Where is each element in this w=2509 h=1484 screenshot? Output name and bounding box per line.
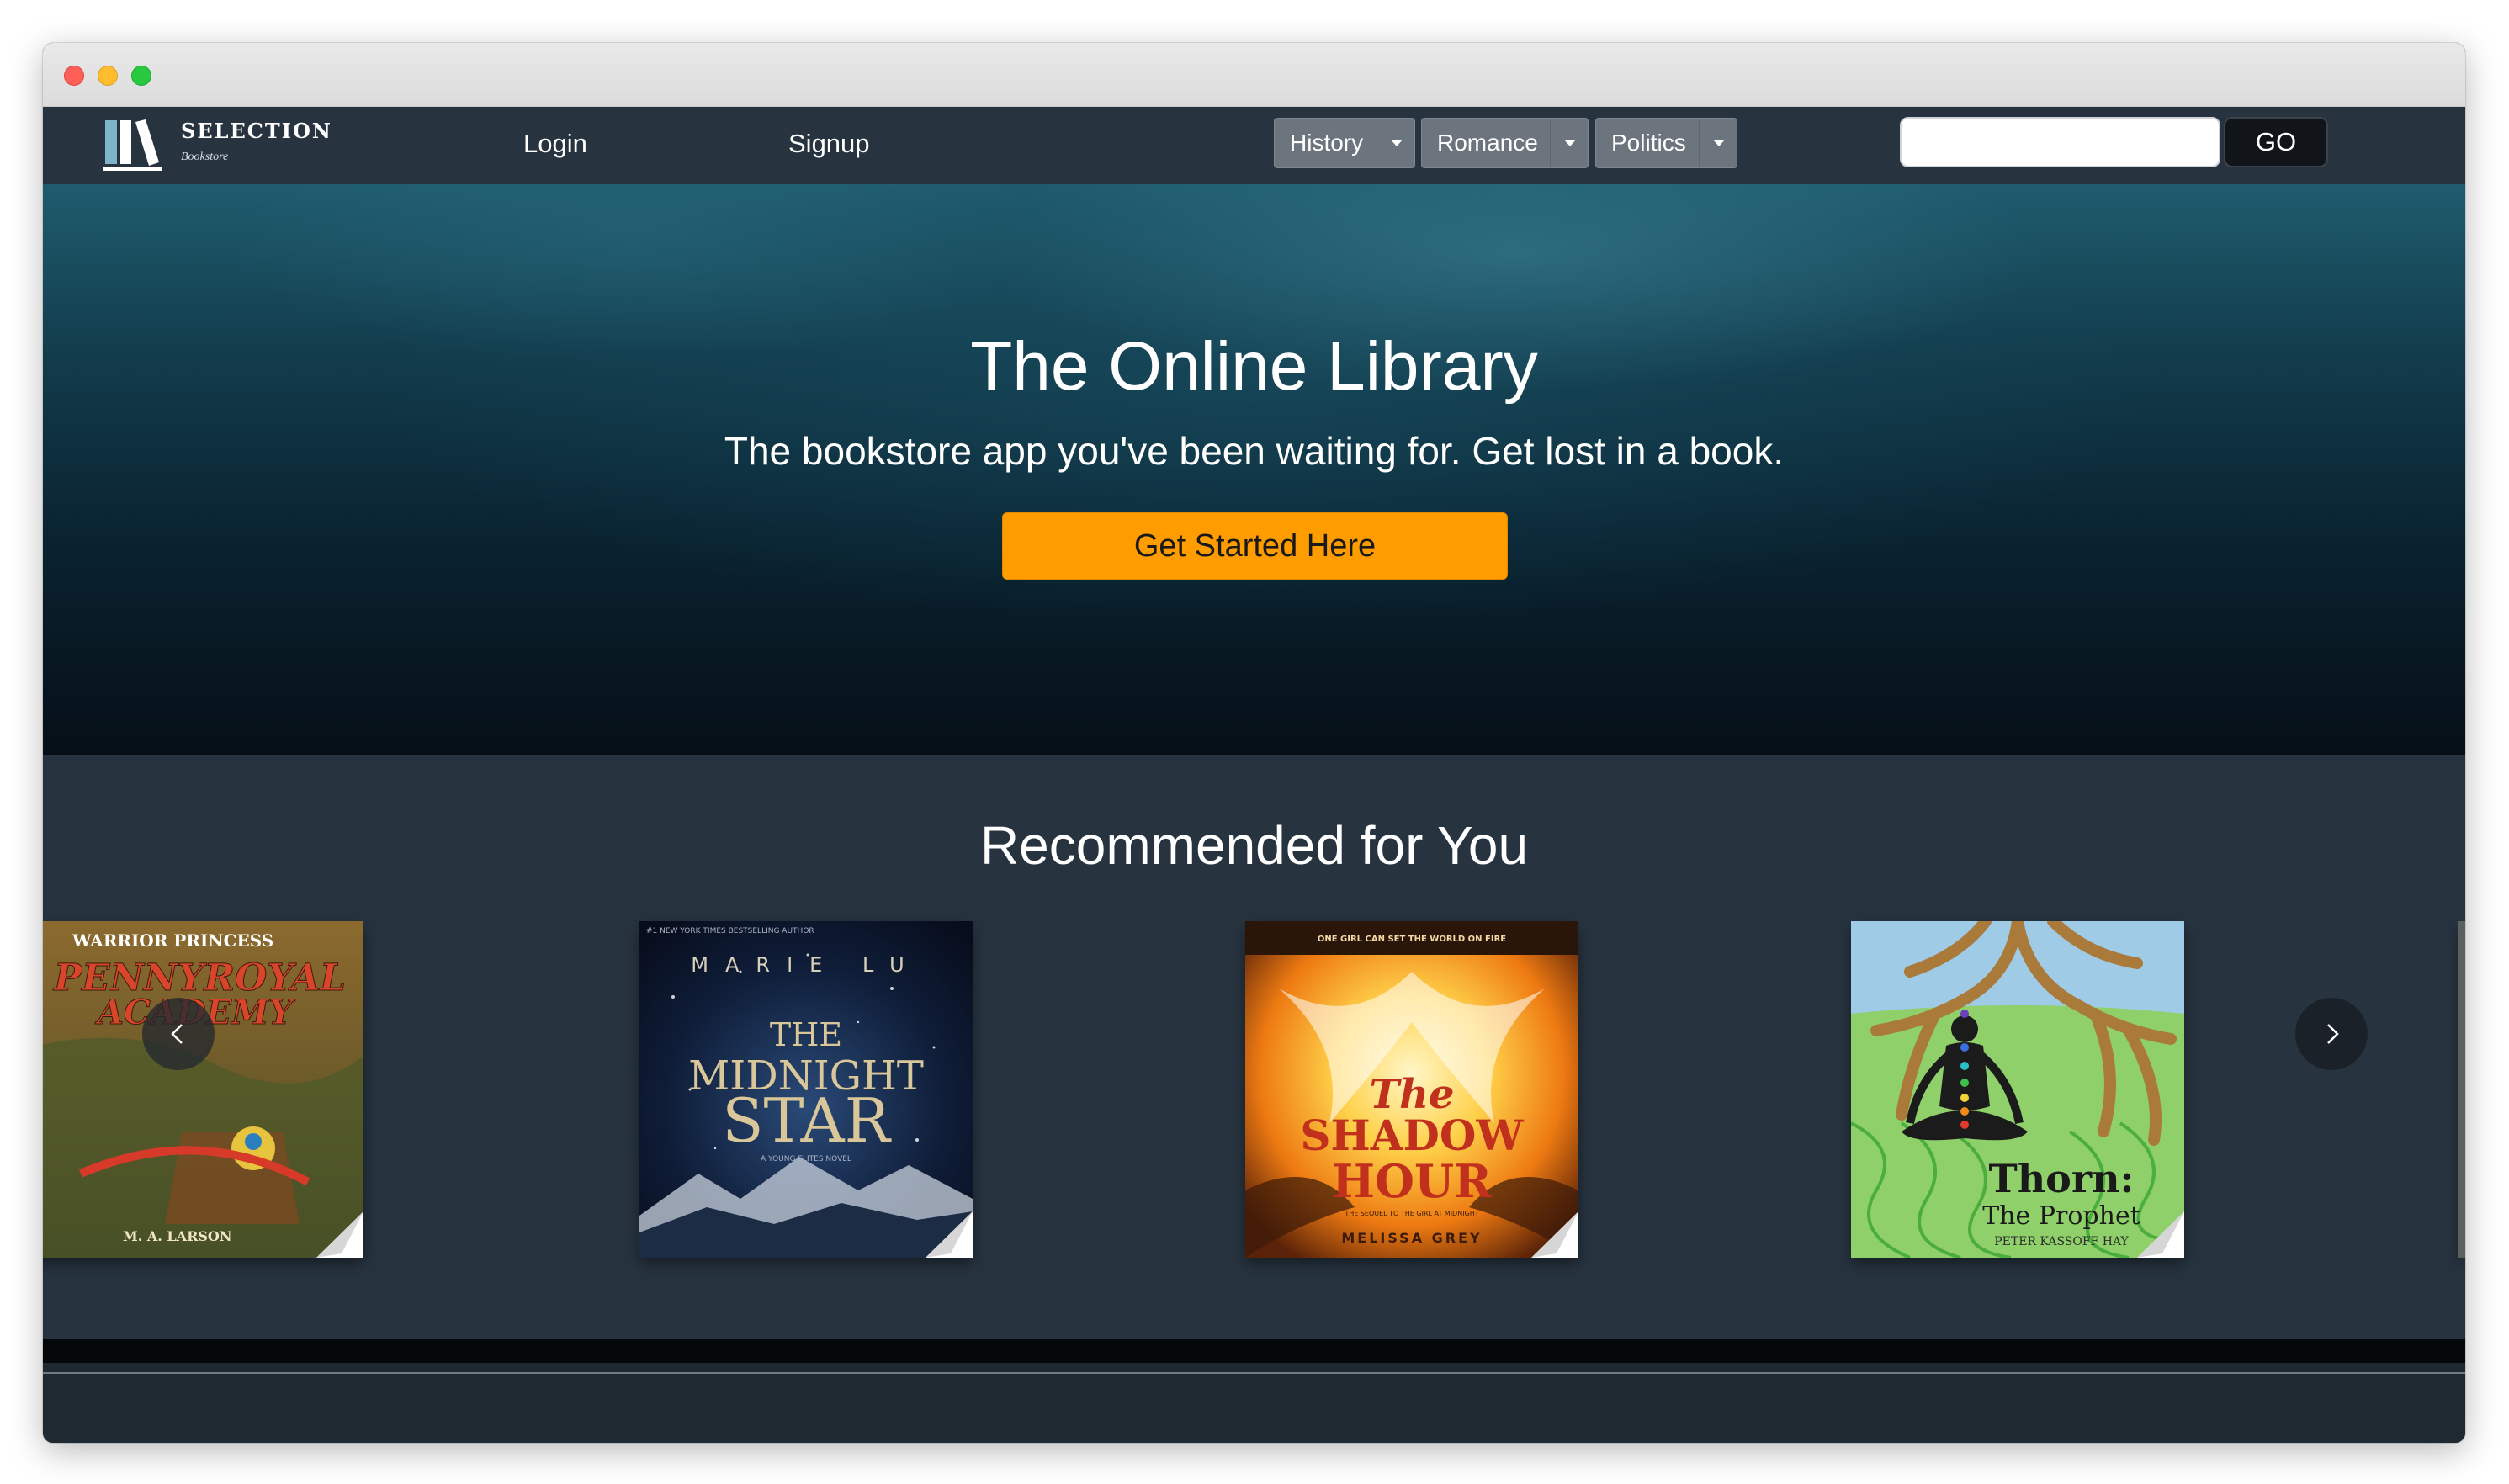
book-cover-pennyroyal-academy[interactable]: WARRIOR PRINCESS PENNYROYAL ACADEMY M. A…	[43, 921, 363, 1258]
book-2-title-line1: THE	[770, 1016, 842, 1053]
minimize-window-button[interactable]	[98, 66, 118, 86]
book-cover-the-shadow-hour[interactable]: ONE GIRL CAN SET THE WORLD ON FIRE The S…	[1245, 921, 1578, 1258]
book-2-author: MARIE LU	[691, 953, 920, 977]
signup-link[interactable]: Signup	[788, 129, 870, 159]
navbar: SELECTION Bookstore Login Signup History…	[43, 107, 2465, 184]
chevron-left-icon	[171, 1024, 183, 1044]
romance-dropdown-label: Romance	[1437, 130, 1538, 156]
browser-window: SELECTION Bookstore Login Signup History…	[43, 43, 2465, 1443]
history-dropdown[interactable]: History	[1274, 118, 1415, 168]
caret-down-icon	[1391, 140, 1403, 146]
book-cover-partial[interactable]	[2458, 921, 2465, 1258]
brand-name: SELECTION	[181, 119, 332, 143]
search-go-button[interactable]: GO	[2224, 117, 2328, 167]
carousel-prev-button[interactable]	[142, 998, 215, 1070]
hero-title: The Online Library	[970, 328, 1538, 405]
window-titlebar	[43, 43, 2465, 107]
caret-down-icon	[1713, 140, 1725, 146]
login-link[interactable]: Login	[523, 129, 587, 159]
books-icon[interactable]	[103, 117, 169, 172]
politics-dropdown-label: Politics	[1611, 130, 1686, 156]
recommended-title: Recommended for You	[979, 815, 1529, 876]
book-4-title-line2: The Prophet	[1982, 1201, 2140, 1231]
footer	[43, 1374, 2465, 1443]
search-input[interactable]	[1900, 117, 2220, 167]
book-3-tagline: ONE GIRL CAN SET THE WORLD ON FIRE	[1318, 935, 1506, 944]
book-4-title-line1: Thorn:	[1988, 1156, 2134, 1201]
book-cover-the-midnight-star[interactable]: #1 NEW YORK TIMES BESTSELLING AUTHOR MAR…	[639, 921, 973, 1258]
book-1-series: WARRIOR PRINCESS	[72, 930, 273, 951]
book-3-series: THE SEQUEL TO THE GIRL AT MIDNIGHT	[1344, 1210, 1478, 1217]
caret-down-icon	[1564, 140, 1576, 146]
recommended-section: Recommended for You WARRIOR PRINCESS PEN…	[43, 755, 2465, 1339]
romance-dropdown[interactable]: Romance	[1421, 118, 1589, 168]
hero-banner: The Online Library The bookstore app you…	[43, 184, 2465, 755]
hero-subtitle: The bookstore app you've been waiting fo…	[724, 429, 1785, 473]
history-dropdown-label: History	[1290, 130, 1364, 156]
maximize-window-button[interactable]	[131, 66, 151, 86]
chevron-right-icon	[2327, 1024, 2339, 1044]
carousel-next-button[interactable]	[2295, 998, 2368, 1070]
book-3-title-line2: SHADOW	[1300, 1110, 1524, 1160]
brand-subtitle: Bookstore	[181, 151, 229, 163]
footer-bar	[43, 1339, 2465, 1363]
book-1-author: M. A. LARSON	[123, 1228, 231, 1244]
book-2-title-line3: STAR	[722, 1085, 891, 1156]
book-2-tagline: #1 NEW YORK TIMES BESTSELLING AUTHOR	[646, 927, 814, 935]
close-window-button[interactable]	[64, 66, 84, 86]
politics-dropdown[interactable]: Politics	[1595, 118, 1737, 168]
book-cover-thorn-the-prophet[interactable]: Thorn: The Prophet PETER KASSOFF HAY	[1851, 921, 2184, 1258]
get-started-button[interactable]: Get Started Here	[1002, 512, 1508, 580]
book-4-author: PETER KASSOFF HAY	[1994, 1235, 2129, 1248]
book-3-title-line3: HOUR	[1332, 1154, 1493, 1208]
book-3-author: MELISSA GREY	[1341, 1230, 1482, 1246]
book-2-series: A YOUNG ELITES NOVEL	[761, 1155, 851, 1163]
